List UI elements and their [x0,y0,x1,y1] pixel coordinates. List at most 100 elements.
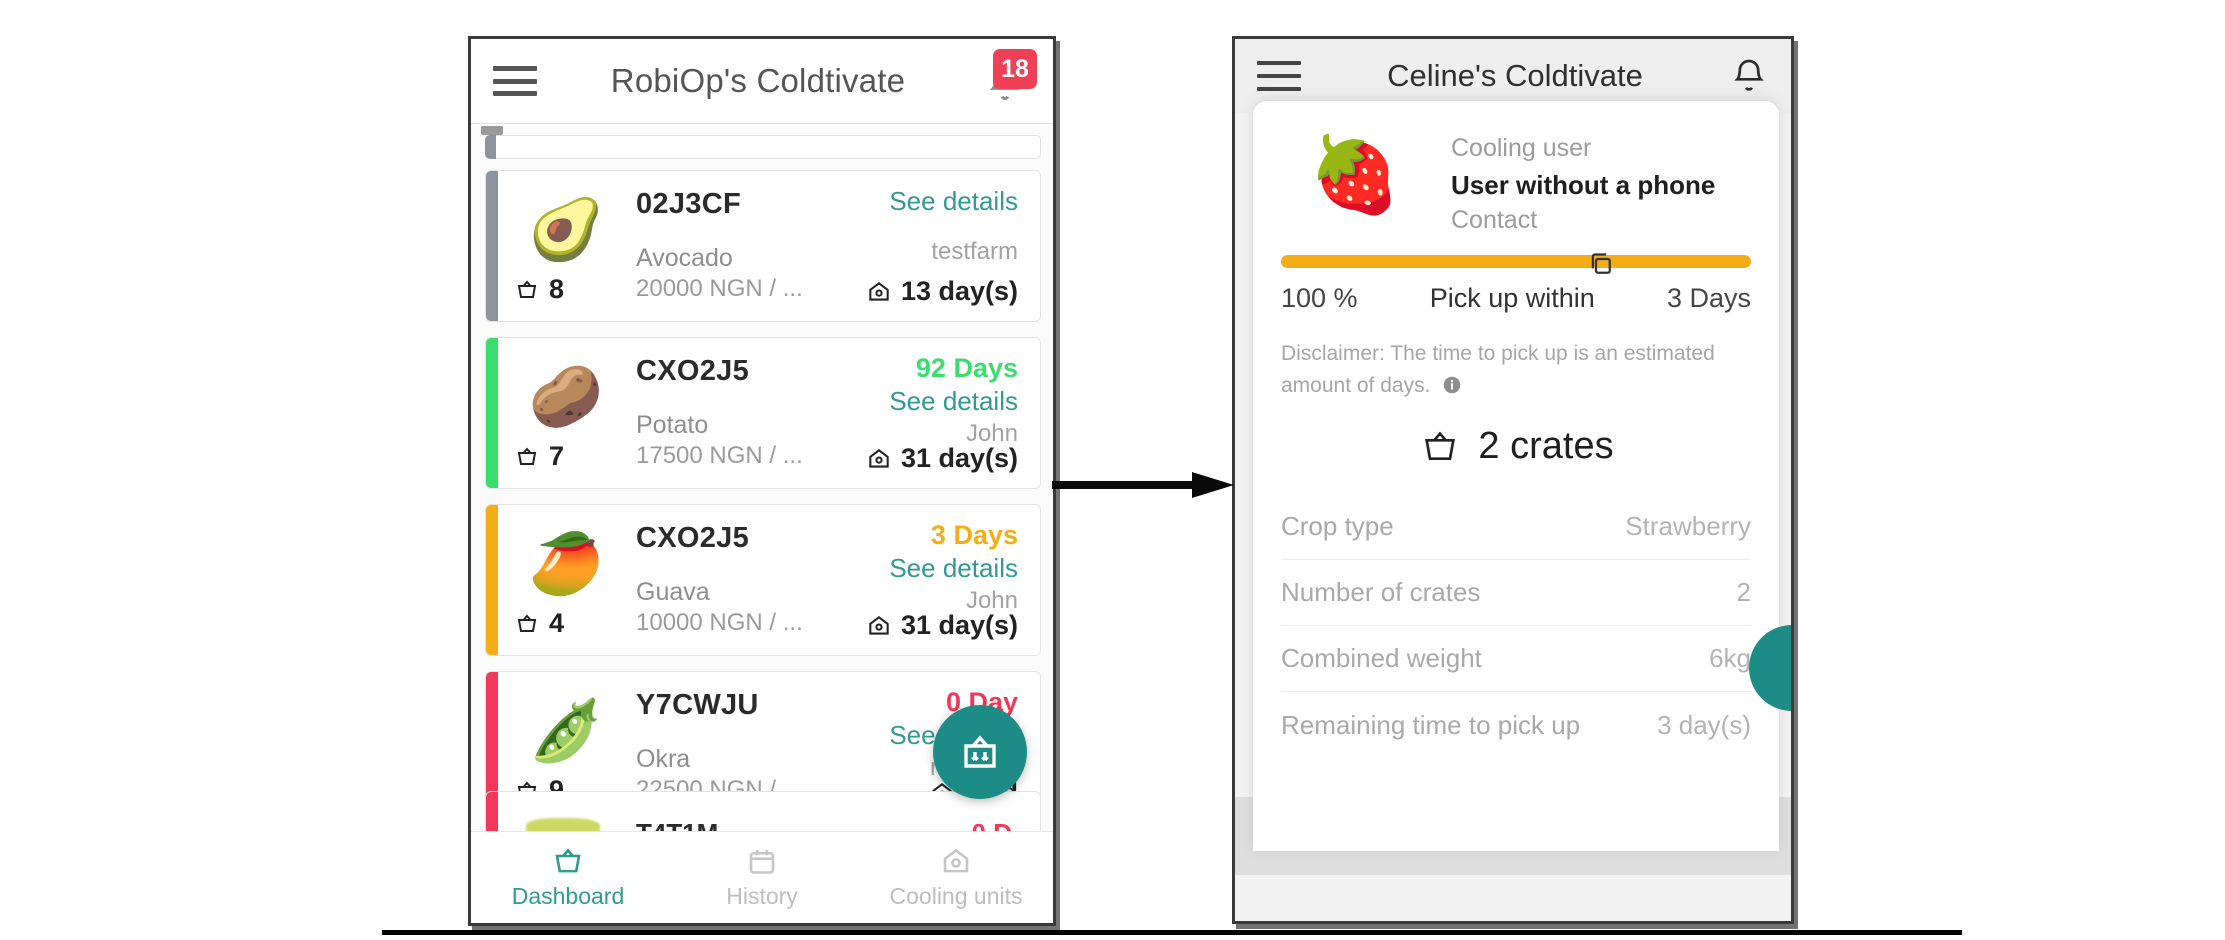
days-badge: 92 Days [915,353,1018,383]
tab-label: Cooling units [889,883,1023,909]
info-icon-glyph [1444,376,1461,393]
tab-label: Dashboard [511,883,625,909]
bottom-navigation[interactable]: Dashboard History Cooling units [471,831,1053,923]
disclaimer-copy: Disclaimer: The time to pick up is an es… [1281,342,1715,397]
card-accent-bar [486,792,498,834]
list-item[interactable]: 🥑 02J3CF Avocado See details testfarm 8 … [485,170,1041,322]
card-right-column: See details testfarm [889,185,1018,267]
remaining-days-value: 13 day(s) [900,276,1018,306]
bottom-divider-rule [382,930,1962,935]
crop-name: Avocado [636,244,733,272]
notification-bell-icon[interactable] [1729,56,1769,96]
crate-count-value: 4 [549,608,565,638]
remaining-days: 31 day(s) [866,610,1018,641]
table-row: Number of crates 2 [1281,560,1751,626]
cooling-house-icon [869,615,889,635]
crate-code: Y7CWJU [636,689,759,721]
price-text: 17500 NGN / ... [636,442,803,469]
pickup-within-label: Pick up within [1429,283,1595,313]
crate-code: CXO2J5 [636,522,750,554]
crate-icon [517,446,537,465]
left-app-bar: RobiOp's Coldtivate 18 [471,39,1053,123]
crate-count: 4 [514,608,564,639]
crop-name: Guava [636,578,710,606]
crop-name: Okra [636,745,691,773]
crate-icon [1425,431,1456,460]
right-phone-frame: Celine's Coldtivate Dashboard History Co… [1232,36,1794,924]
crate-count-value: 8 [549,274,565,304]
copy-contact-button[interactable] [1451,249,1751,279]
left-phone-frame: RobiOp's Coldtivate 18 🥑 02J3CF Avocado … [468,36,1056,926]
strawberry-image: 🍓 [1308,133,1402,216]
card-right-column: 3 Days See details John [889,519,1018,616]
list-item[interactable]: 🥭 CXO2J5 Guava 3 Days See details John 4… [485,504,1041,656]
crop-name: Potato [636,411,709,439]
crate-count: 8 [514,274,564,305]
crate-icon [517,279,537,298]
see-details-link[interactable]: See details [889,185,1018,218]
add-crate-button[interactable] [933,705,1027,799]
notification-button[interactable]: 18 [979,49,1037,107]
tab-history[interactable]: History [665,845,859,910]
detail-label: Remaining time to pick up [1281,709,1581,740]
detail-label: Crop type [1281,511,1394,541]
crate-icon [517,613,537,632]
remaining-days: 31 day(s) [866,443,1018,474]
detail-value: 2 [1736,577,1751,607]
remaining-days-value: 31 day(s) [900,610,1018,640]
table-row: Combined weight 6kg [1281,626,1751,692]
cooling-house-icon [943,848,969,873]
cooling-user-name: User without a phone [1451,169,1716,200]
list-item[interactable]: 🥔 CXO2J5 Potato 92 Days See details John… [485,337,1041,489]
cooling-user-section: 🍓 Cooling user User without a phone Cont… [1253,101,1779,274]
card-accent-bar [486,338,498,488]
potato-image: 🥔 [528,363,604,430]
see-details-link[interactable]: See details [889,385,1018,418]
detail-label: Combined weight [1281,643,1482,673]
disclaimer-text: Disclaimer: The time to pick up is an es… [1253,314,1779,401]
crate-list[interactable]: 🥑 02J3CF Avocado See details testfarm 8 … [471,123,1053,835]
hamburger-menu-icon[interactable] [1257,61,1301,91]
cooling-user-label: Cooling user [1451,134,1592,162]
crates-summary-value: 2 crates [1478,425,1614,467]
crate-count-value: 7 [549,441,565,471]
list-item-partial-bottom[interactable]: T4T1M 0 D [485,791,1041,835]
detail-value: 3 day(s) [1657,709,1751,740]
cooling-house-icon [869,281,889,301]
page-title: RobiOp's Coldtivate [610,62,906,99]
hamburger-menu-icon[interactable] [493,66,537,96]
progress-percent: 100 % [1281,283,1358,313]
copy-icon [1591,253,1611,274]
owner-name: testfarm [931,238,1018,266]
guava-image: 🥭 [528,530,604,597]
page-title: Celine's Coldtivate [1387,58,1643,93]
user-info: Cooling user User without a phone Contac… [1451,119,1751,279]
scroll-indicator[interactable] [481,126,503,135]
tab-dashboard[interactable]: Dashboard [471,845,665,910]
tab-cooling-units[interactable]: Cooling units [859,845,1053,910]
price-text: 20000 NGN / ... [636,275,803,302]
right-arrow-annotation [1052,472,1234,498]
days-badge: 3 Days [930,520,1018,550]
add-crate-icon [964,735,996,768]
remaining-days: 13 day(s) [866,276,1018,307]
detail-value: 6kg [1709,643,1751,673]
info-icon[interactable] [1441,374,1463,396]
crate-code: 02J3CF [636,188,741,220]
price-text: 10000 NGN / ... [636,609,803,636]
tab-label: History [726,883,798,909]
crate-details-table: Crop type Strawberry Number of crates 2 … [1253,494,1779,758]
crates-summary: 2 crates [1253,425,1779,468]
see-details-link[interactable]: See details [889,552,1018,585]
notification-badge: 18 [993,49,1037,89]
contact-label: Contact [1451,206,1538,235]
table-row: Remaining time to pick up 3 day(s) [1281,692,1751,758]
table-row: Crop type Strawberry [1281,494,1751,560]
detail-label: Number of crates [1281,577,1481,607]
calendar-icon [749,849,775,874]
crate-count: 7 [514,441,564,472]
list-item-partial-top[interactable] [485,135,1041,159]
crate-icon [555,848,581,873]
remaining-days-value: 31 day(s) [900,443,1018,473]
cooling-house-icon [869,448,889,468]
